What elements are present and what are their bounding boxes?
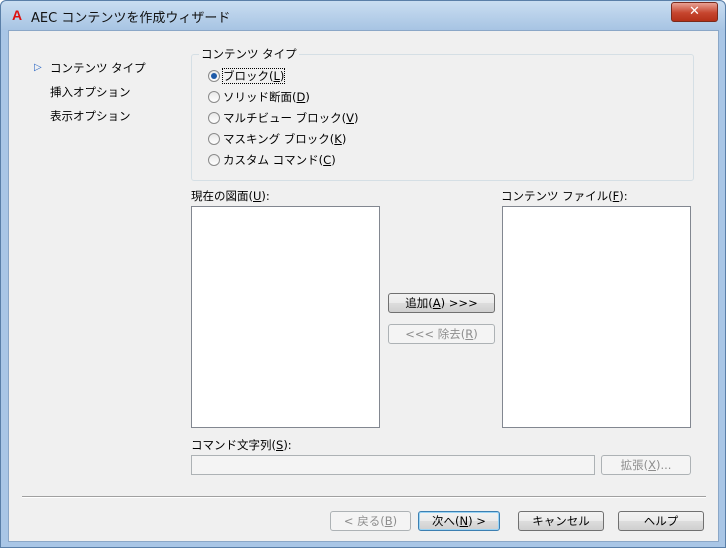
radio-unchecked-icon bbox=[208, 91, 220, 103]
radio-unchecked-icon bbox=[208, 133, 220, 145]
nav-step-content-type[interactable]: コンテンツ タイプ bbox=[50, 60, 146, 76]
current-drawing-label: 現在の図面(U): bbox=[191, 189, 270, 203]
expand-button[interactable]: 拡張(X)... bbox=[601, 455, 691, 475]
content-type-group-label: コンテンツ タイプ bbox=[199, 46, 299, 62]
nav-step-display-options[interactable]: 表示オプション bbox=[50, 108, 131, 124]
radio-block[interactable]: ブロック(L) bbox=[208, 68, 286, 84]
radio-unchecked-icon bbox=[208, 112, 220, 124]
current-drawing-list[interactable] bbox=[191, 206, 380, 428]
radio-custom-command[interactable]: カスタム コマンド(C) bbox=[208, 152, 336, 168]
next-button[interactable]: 次へ(N) > bbox=[418, 511, 500, 531]
radio-unchecked-icon bbox=[208, 154, 220, 166]
radio-masking-block[interactable]: マスキング ブロック(K) bbox=[208, 131, 346, 147]
command-string-label: コマンド文字列(S): bbox=[191, 438, 292, 452]
window-title: AEC コンテンツを作成ウィザード bbox=[31, 11, 231, 26]
content-file-label: コンテンツ ファイル(F): bbox=[501, 189, 628, 203]
remove-button[interactable]: <<< 除去(R) bbox=[388, 324, 495, 344]
radio-multiview-block[interactable]: マルチビュー ブロック(V) bbox=[208, 110, 359, 126]
close-button[interactable]: ✕ bbox=[671, 2, 718, 22]
command-string-input[interactable] bbox=[191, 455, 595, 475]
content-file-list[interactable] bbox=[502, 206, 691, 428]
radio-checked-icon bbox=[208, 70, 220, 82]
add-button[interactable]: 追加(A) >>> bbox=[388, 293, 495, 313]
footer-divider bbox=[22, 496, 706, 498]
close-icon: ✕ bbox=[689, 4, 700, 19]
nav-step-insert-options[interactable]: 挿入オプション bbox=[50, 84, 131, 100]
radio-solid-section[interactable]: ソリッド断面(D) bbox=[208, 89, 310, 105]
autocad-logo-icon: A bbox=[11, 7, 23, 23]
dialog-body: ▷ コンテンツ タイプ 挿入オプション 表示オプション コンテンツ タイプ ブロ… bbox=[8, 30, 719, 542]
wizard-window: A AEC コンテンツを作成ウィザード ✕ ▷ コンテンツ タイプ 挿入オプショ… bbox=[0, 0, 726, 548]
cancel-button[interactable]: キャンセル bbox=[518, 511, 604, 531]
title-bar[interactable]: A AEC コンテンツを作成ウィザード ✕ bbox=[1, 1, 725, 30]
back-button[interactable]: < 戻る(B) bbox=[330, 511, 411, 531]
help-button[interactable]: ヘルプ bbox=[618, 511, 704, 531]
active-step-arrow-icon: ▷ bbox=[34, 62, 42, 73]
